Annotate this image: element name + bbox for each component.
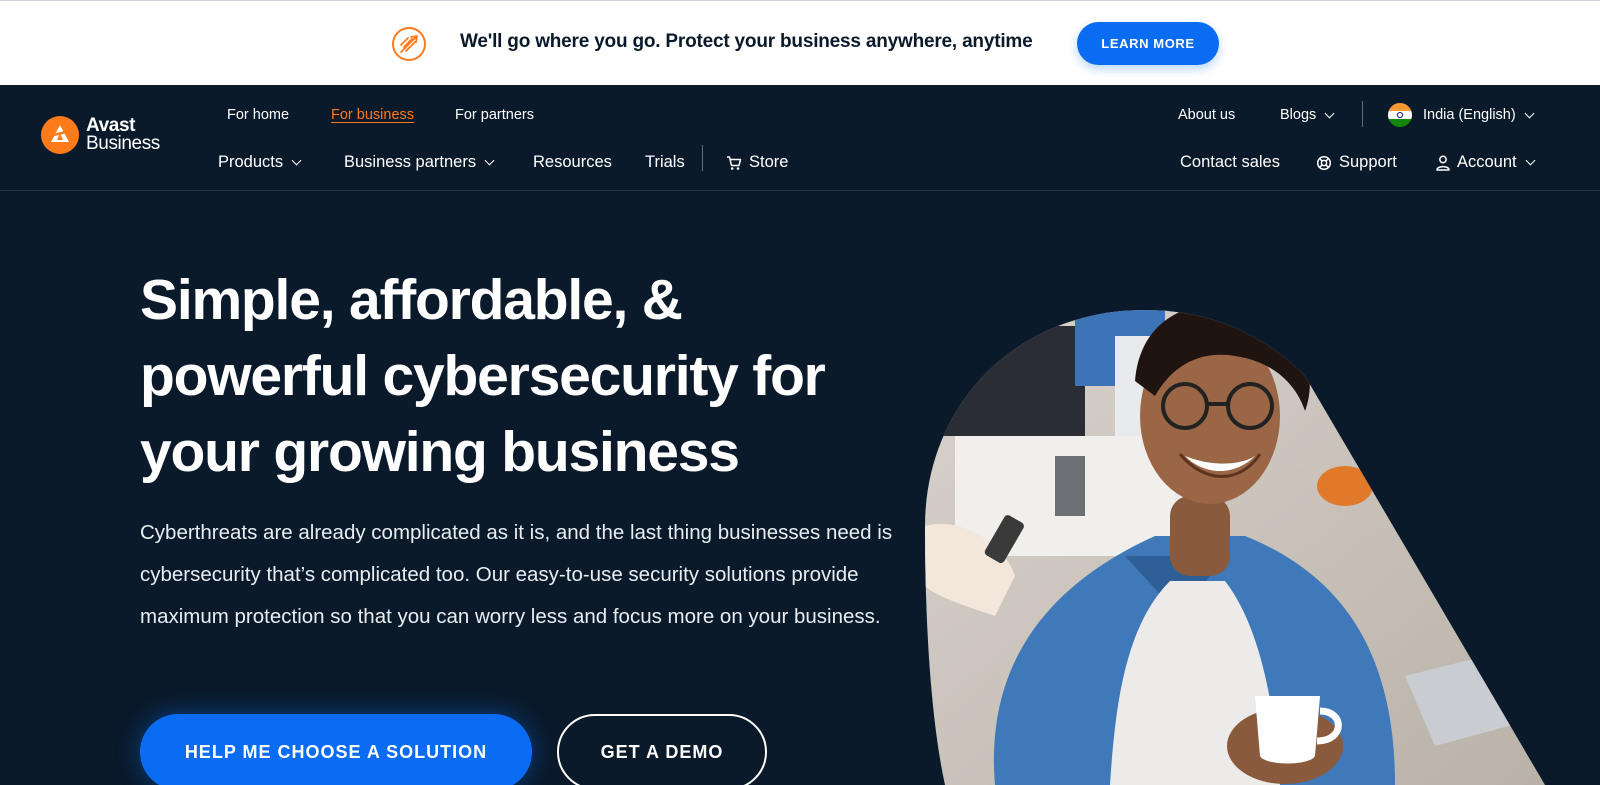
chevron-down-icon	[1524, 108, 1535, 118]
india-flag-icon	[1388, 103, 1412, 127]
hero-title: Simple, affordable, & powerful cybersecu…	[140, 262, 900, 490]
avast-business-logo[interactable]: Avast Business	[41, 116, 160, 154]
nav-for-partners[interactable]: For partners	[455, 107, 534, 123]
site-header: Avast Business For home For business For…	[0, 85, 1600, 191]
nav-store[interactable]: Store	[726, 153, 788, 172]
learn-more-button[interactable]: LEARN MORE	[1077, 22, 1219, 65]
help-me-choose-button[interactable]: HELP ME CHOOSE A SOLUTION	[140, 714, 532, 785]
hero-description: Cyberthreats are already complicated as …	[140, 521, 893, 628]
nav-business-partners-label: Business partners	[344, 153, 477, 171]
nav-trials[interactable]: Trials	[645, 153, 685, 172]
hero-title-line: powerful cybersecurity for	[140, 344, 826, 408]
region-selector[interactable]: India (English)	[1388, 103, 1535, 127]
divider	[702, 145, 703, 171]
support-icon	[1316, 155, 1332, 170]
chevron-down-icon	[291, 155, 302, 166]
nav-account[interactable]: Account	[1436, 153, 1536, 172]
avast-logo-icon	[41, 116, 79, 154]
nav-support-label: Support	[1339, 153, 1397, 171]
nav-store-label: Store	[749, 153, 789, 171]
rocket-icon	[392, 27, 426, 61]
get-a-demo-button[interactable]: GET A DEMO	[557, 714, 767, 785]
chevron-down-icon	[1525, 155, 1536, 166]
hero-title-line: Simple, affordable, &	[140, 268, 683, 332]
promo-banner: We'll go where you go. Protect your busi…	[0, 0, 1600, 85]
user-icon	[1436, 155, 1450, 171]
nav-about-us[interactable]: About us	[1178, 107, 1235, 123]
nav-products-label: Products	[218, 153, 284, 171]
nav-for-home[interactable]: For home	[227, 107, 289, 123]
chevron-down-icon	[1324, 108, 1335, 118]
hero-image	[925, 310, 1545, 785]
nav-resources[interactable]: Resources	[533, 153, 612, 172]
cart-icon	[727, 155, 742, 170]
hero-title-line: your growing business	[140, 420, 740, 484]
logo-text: Avast Business	[86, 116, 160, 154]
region-label: India (English)	[1423, 107, 1516, 123]
nav-business-partners[interactable]: Business partners	[344, 153, 495, 172]
nav-contact-sales[interactable]: Contact sales	[1180, 153, 1280, 172]
banner-text: We'll go where you go. Protect your busi…	[460, 31, 1033, 52]
nav-account-label: Account	[1457, 153, 1517, 171]
chevron-down-icon	[484, 155, 495, 166]
nav-products[interactable]: Products	[218, 153, 302, 172]
logo-line2: Business	[86, 133, 160, 154]
nav-support[interactable]: Support	[1316, 153, 1397, 172]
nav-for-business[interactable]: For business	[331, 107, 414, 123]
nav-blogs[interactable]: Blogs	[1280, 107, 1335, 123]
divider	[1362, 101, 1363, 127]
nav-blogs-label: Blogs	[1280, 107, 1317, 123]
